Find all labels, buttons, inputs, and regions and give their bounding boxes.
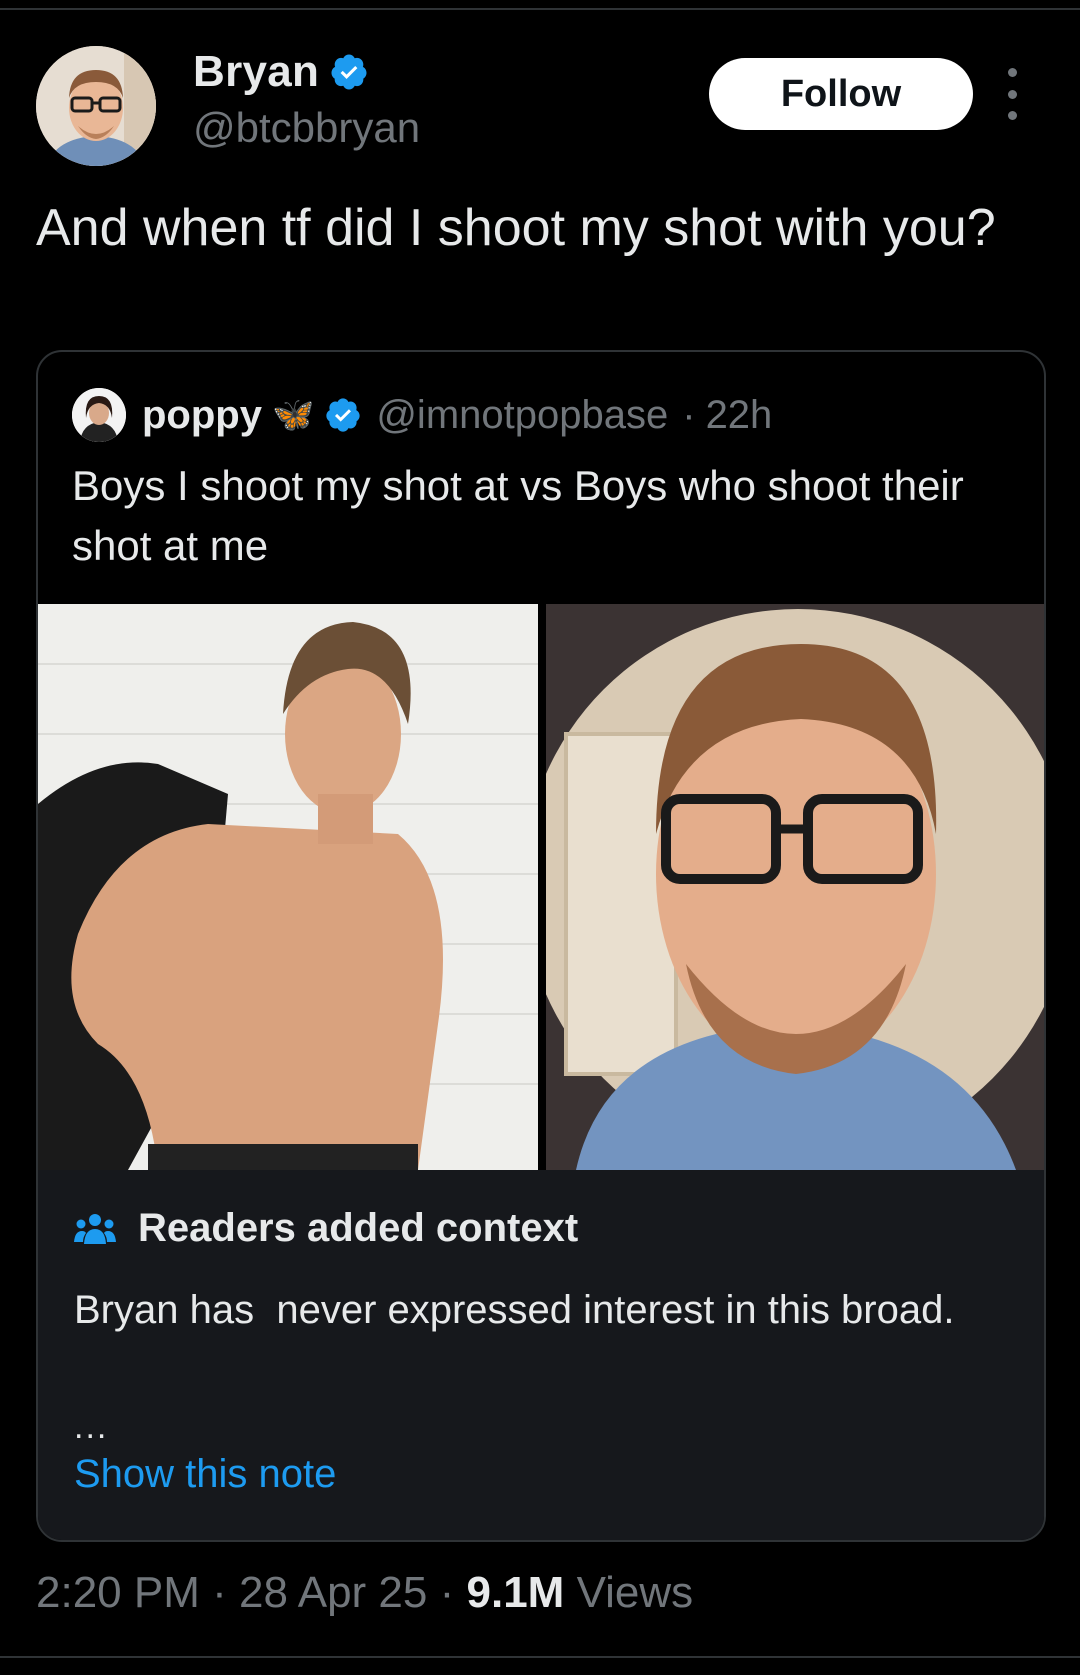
quoted-tweet-header: poppy 🦋 @imnotpopbase · 22h (72, 388, 772, 442)
butterfly-emoji-icon: 🦋 (271, 396, 315, 434)
note-header: Readers added context (74, 1206, 578, 1251)
follow-button[interactable]: Follow (709, 58, 973, 130)
meta-separator: · (439, 1568, 455, 1617)
bottom-divider (0, 1656, 1080, 1658)
author-name[interactable]: Bryan (193, 47, 319, 97)
meta-separator: · (682, 392, 696, 437)
note-title: Readers added context (138, 1206, 579, 1250)
quoted-author-avatar[interactable] (72, 388, 126, 442)
meta-separator: · (212, 1568, 227, 1617)
author-avatar[interactable] (36, 46, 156, 166)
quoted-author-name[interactable]: poppy (142, 393, 262, 438)
more-options-icon[interactable] (1000, 68, 1024, 120)
author-handle[interactable]: @btcbbryan (193, 104, 420, 152)
note-ellipsis: ... (74, 1408, 109, 1446)
tweet-metadata: 2:20 PM · 28 Apr 25 · 9.1M Views (36, 1568, 693, 1618)
people-icon (74, 1213, 116, 1244)
tweet-time[interactable]: 2:20 PM (36, 1568, 200, 1617)
community-note: Readers added context Bryan has never ex… (38, 1170, 1044, 1540)
quoted-tweet-time[interactable]: 22h (706, 393, 773, 438)
top-divider (0, 8, 1080, 10)
quoted-author-handle[interactable]: @imnotpopbase (376, 393, 668, 438)
views-label: Views (576, 1568, 694, 1617)
tweet-date[interactable]: 28 Apr 25 (239, 1568, 427, 1617)
note-text: Bryan has never expressed interest in th… (74, 1288, 955, 1332)
quoted-tweet-card[interactable]: poppy 🦋 @imnotpopbase · 22h Boys I shoot… (36, 350, 1046, 1542)
tweet-text: And when tf did I shoot my shot with you… (36, 199, 996, 257)
verified-badge-icon (331, 54, 367, 90)
author-name-row: Bryan (193, 47, 369, 97)
verified-badge-icon (326, 398, 360, 432)
media-image-left[interactable] (38, 604, 538, 1170)
media-image-right[interactable] (546, 604, 1044, 1170)
quoted-media-grid (38, 604, 1044, 1170)
views-count: 9.1M (466, 1568, 565, 1617)
quoted-tweet-text: Boys I shoot my shot at vs Boys who shoo… (72, 462, 964, 569)
show-note-link[interactable]: Show this note (74, 1452, 336, 1497)
